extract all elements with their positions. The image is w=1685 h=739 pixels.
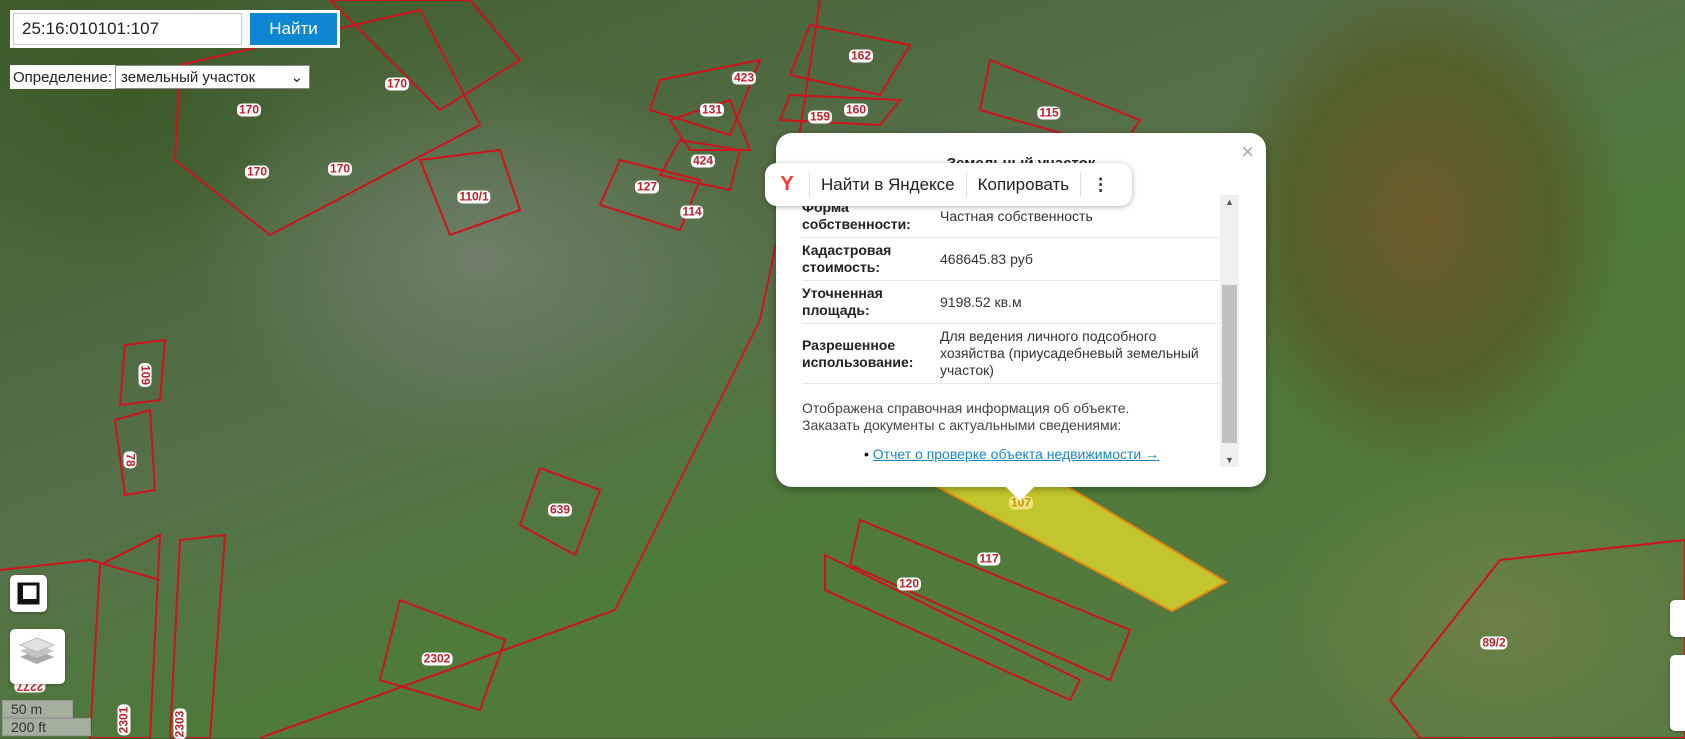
parcel-label[interactable]: 120 (896, 577, 922, 591)
parcel-label[interactable]: 639 (547, 503, 573, 517)
parcel-label[interactable]: 160 (843, 103, 869, 117)
ruler-icon (17, 582, 40, 605)
parcel-shape (598, 158, 702, 232)
parcel-label[interactable]: 115 (1037, 106, 1061, 120)
attr-value: 9198.52 кв.м (940, 280, 1222, 324)
table-row: Кадастровая стоимость: 468645.83 руб (802, 237, 1222, 281)
parcel-label[interactable]: 170 (244, 165, 270, 179)
scale-imperial: 200 ft (2, 718, 91, 736)
popup-scrollbar[interactable]: ▲ ▼ (1220, 195, 1239, 467)
parcel-shape (824, 553, 1082, 702)
yandex-selection-toolbar: Y Найти в Яндексе Копировать ⋮ (765, 163, 1132, 206)
parcel-label[interactable]: 2302 (421, 652, 453, 666)
definition-select[interactable]: земельный участок ⌄ (115, 65, 311, 89)
parcel-label[interactable]: 159 (807, 110, 833, 124)
parcel-label[interactable]: 170 (327, 162, 353, 176)
attr-key: Кадастровая стоимость: (802, 237, 940, 281)
more-options-icon[interactable]: ⋮ (1081, 175, 1120, 195)
ruler-button[interactable] (10, 575, 47, 612)
parcel-label[interactable]: 170 (236, 103, 262, 117)
parcel-label[interactable]: 109 (138, 362, 153, 388)
zoom-control[interactable] (1670, 655, 1685, 731)
search-bar: Найти (10, 10, 340, 48)
info-text: Отображена справочная информация об объе… (802, 400, 1130, 416)
scale-metric: 50 m (2, 700, 73, 718)
parcel-label[interactable]: 2301 (117, 704, 131, 736)
attr-value: 468645.83 руб (940, 237, 1222, 281)
info-text: Заказать документы с актуальными сведени… (802, 417, 1122, 433)
search-in-yandex-button[interactable]: Найти в Яндексе (810, 175, 966, 195)
table-row: Уточненная площадь: 9198.52 кв.м (802, 280, 1222, 324)
definition-label: Определение: (13, 68, 113, 86)
yandex-logo-icon[interactable]: Y (765, 173, 809, 196)
scroll-down-icon[interactable]: ▼ (1220, 455, 1239, 465)
scrollbar-thumb[interactable] (1222, 285, 1237, 443)
table-row: Разрешенное использование: Для ведения ли… (802, 323, 1222, 384)
selected-parcel-shape (904, 469, 1229, 613)
parcel-label[interactable]: 78 (123, 451, 138, 469)
copy-button[interactable]: Копировать (967, 175, 1081, 195)
parcel-label[interactable]: 162 (848, 49, 874, 63)
parcel-label[interactable]: 117 (977, 552, 1001, 566)
parcel-label[interactable]: 114 (680, 205, 704, 219)
parcel-shape (168, 533, 227, 738)
parcel-label[interactable]: 170 (384, 77, 410, 91)
popup-content: Форма собственности: Частная собственност… (802, 195, 1222, 465)
parcel-shape (259, 0, 821, 738)
parcel-label[interactable]: 424 (690, 154, 716, 168)
layers-button[interactable] (10, 629, 65, 684)
find-button[interactable]: Найти (250, 13, 337, 45)
attr-value: Для ведения личного подсобного хозяйства… (940, 323, 1222, 384)
popup-pointer (1006, 487, 1034, 501)
parcel-label[interactable]: 2303 (173, 708, 187, 739)
attr-key: Разрешенное использование: (802, 323, 940, 384)
definition-value: земельный участок (121, 68, 256, 86)
parcel-shape (328, 0, 522, 112)
parcel-label[interactable]: 110/1 (457, 190, 491, 204)
attr-key: Уточненная площадь: (802, 280, 940, 324)
definition-selector: Определение: земельный участок ⌄ (10, 65, 311, 89)
parcel-label[interactable]: 89/2 (1480, 636, 1508, 650)
cadastral-number-input[interactable] (13, 13, 242, 45)
parcel-label[interactable]: 127 (634, 180, 660, 194)
parcel-shape (778, 93, 903, 127)
scale-bar: 50 m 200 ft (2, 700, 91, 736)
parcel-label[interactable]: 423 (731, 71, 757, 85)
parcel-shape (1388, 538, 1685, 738)
scroll-up-icon[interactable]: ▲ (1220, 197, 1239, 207)
fullscreen-button[interactable] (1670, 600, 1685, 637)
chevron-down-icon: ⌄ (290, 69, 304, 86)
layers-icon (18, 637, 56, 664)
parcel-attributes: Форма собственности: Частная собственност… (802, 195, 1222, 384)
parcel-label[interactable]: 131 (699, 103, 725, 117)
property-report-link[interactable]: Отчет о проверке объекта недвижимости → (873, 446, 1159, 462)
